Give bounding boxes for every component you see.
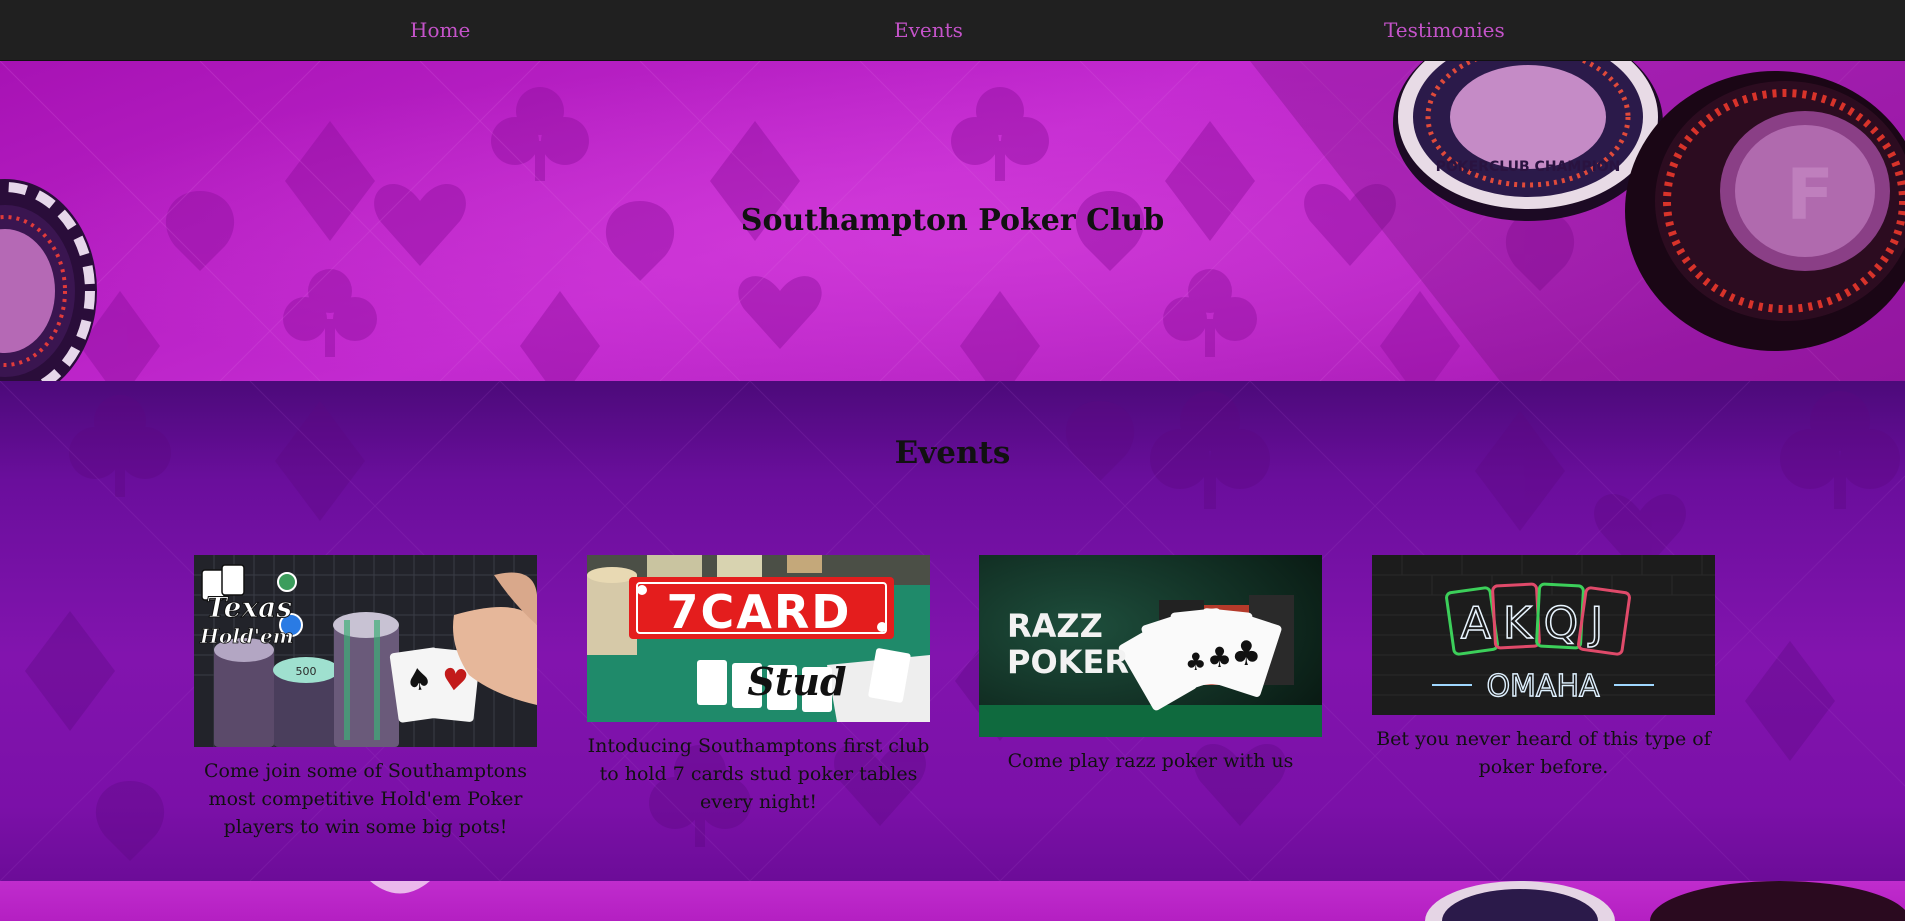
- event-card-omaha[interactable]: AKQJ OMAHA Bet you never heard of this t…: [1372, 555, 1715, 781]
- event-description: Intoducing Southamptons first club to ho…: [587, 735, 930, 813]
- omaha-image[interactable]: AKQJ OMAHA: [1372, 555, 1715, 715]
- stud-logo-line2: Stud: [747, 659, 846, 704]
- nav-link-events[interactable]: Events: [894, 18, 963, 42]
- page-title: Southampton Poker Club: [740, 203, 1165, 238]
- omaha-logo-line2: OMAHA: [1486, 669, 1600, 704]
- footer-pattern: [370, 881, 1905, 921]
- nav-link-home[interactable]: Home: [410, 18, 470, 42]
- footer-background: [0, 881, 1905, 921]
- event-card-seven-card-stud[interactable]: 7CARD Stud Intoducing Southamptons first…: [587, 555, 930, 816]
- texas-logo-line2: Hold'em: [199, 624, 294, 648]
- chip-champion-text: POKERCLUB CHAMPION: [1436, 159, 1621, 175]
- razz-logo-line1: RAZZ: [1007, 607, 1103, 645]
- chip-label: 500: [296, 665, 317, 678]
- event-description: Bet you never heard of this type of poke…: [1376, 728, 1711, 778]
- texas-logo-line1: Texas: [206, 591, 292, 624]
- top-navigation: Home Events Testimonies: [0, 0, 1905, 61]
- razz-logo-line2: POKER: [1007, 643, 1129, 681]
- event-card-razz-poker[interactable]: ♣ ♣ ♣ RAZZ POKER Come play razz poker wi…: [979, 555, 1322, 775]
- svg-text:♣: ♣: [1185, 648, 1207, 676]
- seven-card-stud-image[interactable]: 7CARD Stud: [587, 555, 930, 722]
- texas-holdem-image[interactable]: 500 ♠ ♥ Texas Hold'em: [194, 555, 537, 747]
- event-card-texas-holdem[interactable]: 500 ♠ ♥ Texas Hold'em Come join some of …: [194, 555, 537, 841]
- svg-text:♣: ♣: [1231, 634, 1261, 674]
- stud-logo-line1: 7CARD: [667, 585, 852, 639]
- event-description: Come join some of Southamptons most comp…: [203, 760, 528, 838]
- svg-text:♣: ♣: [1207, 641, 1232, 674]
- razz-poker-image[interactable]: ♣ ♣ ♣ RAZZ POKER: [979, 555, 1322, 737]
- nav-link-testimonies[interactable]: Testimonies: [1384, 18, 1505, 42]
- event-description: Come play razz poker with us: [1007, 750, 1294, 772]
- events-heading: Events: [894, 435, 1011, 471]
- omaha-logo-line1: AKQJ: [1461, 598, 1616, 649]
